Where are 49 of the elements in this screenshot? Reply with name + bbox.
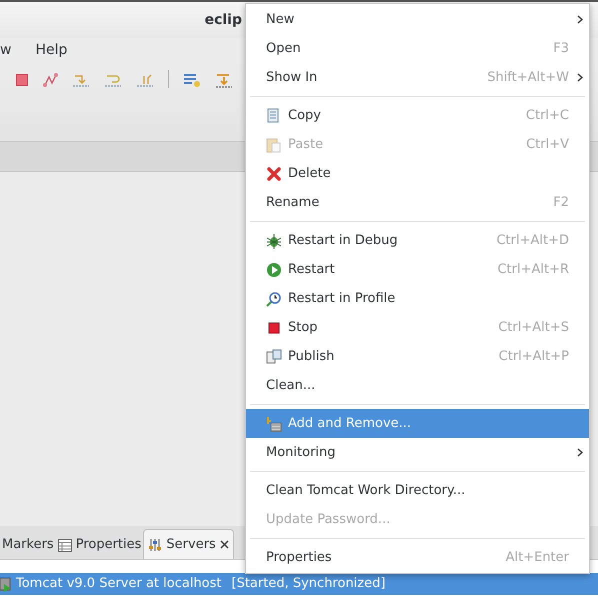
table-icon bbox=[58, 538, 72, 552]
shortcut: F2 bbox=[553, 194, 569, 212]
menu-item[interactable]: Delete bbox=[246, 159, 589, 188]
close-icon[interactable] bbox=[220, 540, 229, 549]
documents-icon bbox=[266, 348, 282, 364]
server-icon bbox=[266, 416, 282, 432]
list-icon[interactable] bbox=[183, 72, 201, 88]
play-icon bbox=[266, 262, 282, 278]
view-tab[interactable]: Markers bbox=[0, 531, 56, 559]
view-tab[interactable]: Servers bbox=[143, 529, 234, 559]
stopwatch-icon bbox=[266, 290, 282, 306]
menu-item[interactable]: Help bbox=[35, 40, 68, 60]
menu-item[interactable]: Clean... bbox=[246, 371, 589, 400]
server-status: [Started, Synchronized] bbox=[232, 575, 386, 594]
menu-item[interactable]: Restart Ctrl+Alt+R bbox=[246, 255, 589, 284]
sliders-icon bbox=[148, 538, 162, 552]
clipboard-icon bbox=[266, 136, 282, 152]
view-tab[interactable]: Properties bbox=[56, 531, 144, 559]
menu-item[interactable]: Open F3 bbox=[246, 34, 589, 63]
menu-item[interactable]: Show In Shift+Alt+W bbox=[246, 63, 589, 92]
menu-item[interactable]: Clean Tomcat Work Directory... bbox=[246, 476, 589, 505]
shortcut: Ctrl+C bbox=[526, 106, 569, 125]
step-icon[interactable] bbox=[215, 72, 233, 88]
menu-item[interactable]: Publish Ctrl+Alt+P bbox=[246, 342, 589, 371]
menu-item[interactable]: Restart in Debug Ctrl+Alt+D bbox=[246, 226, 589, 255]
step-icon[interactable] bbox=[136, 72, 154, 88]
stop-icon bbox=[266, 320, 282, 336]
shortcut: Ctrl+Alt+P bbox=[498, 348, 569, 366]
shortcut: F3 bbox=[553, 40, 569, 58]
bug-icon bbox=[266, 232, 282, 248]
window-title: eclip bbox=[204, 10, 242, 30]
shortcut: Ctrl+Alt+D bbox=[496, 232, 569, 250]
menu-item[interactable]: Restart in Profile bbox=[246, 284, 589, 313]
close-icon bbox=[266, 166, 282, 182]
server-icon bbox=[0, 576, 12, 592]
shortcut: Ctrl+Alt+R bbox=[497, 260, 569, 279]
menu-item[interactable]: w bbox=[0, 40, 12, 60]
nodes-icon[interactable] bbox=[42, 72, 58, 88]
server-name: Tomcat v9.0 Server at localhost bbox=[16, 575, 222, 594]
menu-item[interactable]: Properties Alt+Enter bbox=[246, 543, 589, 572]
shortcut: Ctrl+V bbox=[526, 136, 569, 154]
shortcut: Alt+Enter bbox=[506, 548, 569, 567]
menu-item[interactable]: Stop Ctrl+Alt+S bbox=[246, 313, 589, 342]
menu-item[interactable]: Monitoring bbox=[246, 438, 589, 467]
shortcut: Shift+Alt+W bbox=[487, 68, 569, 87]
menu-item[interactable]: Rename F2 bbox=[246, 188, 589, 217]
shortcut: Ctrl+Alt+S bbox=[498, 318, 569, 337]
menu-item[interactable]: Copy Ctrl+C bbox=[246, 101, 589, 130]
menu-item[interactable]: New bbox=[246, 5, 589, 34]
